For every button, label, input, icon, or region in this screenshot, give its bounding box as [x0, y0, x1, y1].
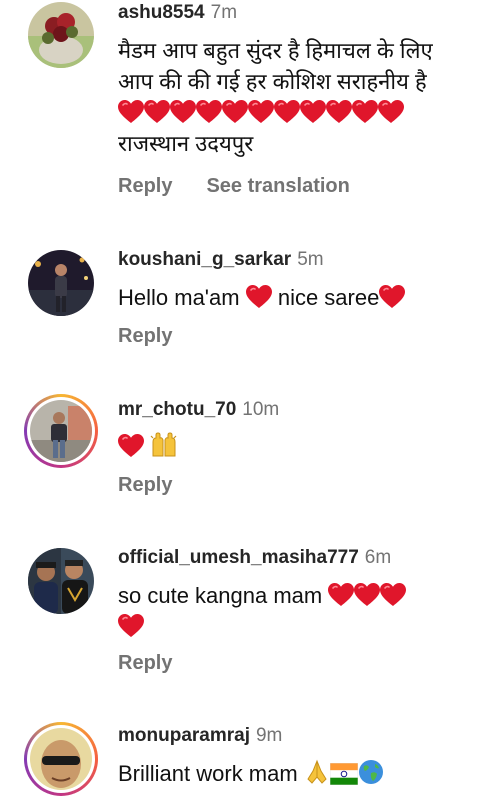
comment-text: Brilliant work mam [118, 758, 468, 789]
heart-icon [300, 100, 326, 124]
raising-hands-icon [150, 432, 177, 457]
username[interactable]: official_umesh_masiha777 [118, 547, 359, 568]
avatar [30, 728, 92, 790]
avatar[interactable] [28, 250, 94, 316]
timestamp: 10m [242, 399, 280, 420]
comment-text-line: आप की की गई हर कोशिश सराहनीय है [118, 69, 427, 94]
heart-icon [248, 100, 274, 124]
reply-button[interactable]: Reply [118, 175, 172, 197]
comment-text-line: so cute kangna mam [118, 580, 468, 611]
comment-actions: Reply [118, 650, 172, 676]
comment-header: ashu8554 7m [118, 1, 237, 25]
comment-text-segment: Hello ma'am [118, 285, 240, 310]
heart-icon [144, 100, 170, 124]
heart-icon [118, 614, 144, 638]
story-ring-avatar[interactable] [24, 394, 98, 468]
comment-text: Hello ma'am nice saree [118, 282, 468, 313]
comment-actions: Reply See translation [118, 173, 350, 199]
heart-icon [274, 100, 300, 124]
avatar [30, 400, 92, 462]
heart-icon [196, 100, 222, 124]
heart-icon [379, 285, 405, 309]
reply-button[interactable]: Reply [118, 652, 172, 674]
hearts-row [118, 97, 468, 128]
reply-button[interactable]: Reply [118, 325, 172, 347]
comment-text: so cute kangna mam [118, 580, 468, 642]
comment-header: monuparamraj 9m [118, 724, 282, 748]
timestamp: 6m [364, 547, 392, 568]
comment-text-line [118, 611, 468, 642]
heart-icon [326, 100, 352, 124]
comment-text [118, 431, 468, 462]
comment-header: mr_chotu_70 10m [118, 398, 279, 422]
username[interactable]: mr_chotu_70 [118, 399, 236, 420]
india-flag-icon [329, 763, 358, 785]
comment-text-line: राजस्थान उदयपुर [118, 131, 254, 156]
comment-actions: Reply [118, 472, 172, 498]
heart-icon [222, 100, 248, 124]
timestamp: 7m [210, 2, 238, 23]
comment-text-segment: Brilliant work mam [118, 761, 298, 786]
comment-header: koushani_g_sarkar 5m [118, 248, 324, 272]
comment-header: official_umesh_masiha777 6m [118, 546, 391, 570]
reply-button[interactable]: Reply [118, 474, 172, 496]
heart-icon [118, 434, 144, 458]
story-ring-avatar[interactable] [24, 722, 98, 796]
avatar[interactable] [28, 548, 94, 614]
comment-text: मैडम आप बहुत सुंदर है हिमाचल के लिए आप क… [118, 35, 468, 159]
comment-text-segment: nice saree [277, 285, 380, 310]
username[interactable]: ashu8554 [118, 2, 205, 23]
heart-icon [352, 100, 378, 124]
folded-hands-icon [307, 759, 327, 784]
username[interactable]: koushani_g_sarkar [118, 249, 291, 270]
comment-text-line: मैडम आप बहुत सुंदर है हिमाचल के लिए [118, 38, 433, 63]
comment-actions: Reply [118, 323, 172, 349]
heart-icon [380, 583, 406, 607]
username[interactable]: monuparamraj [118, 725, 250, 746]
avatar[interactable] [28, 2, 94, 68]
timestamp: 5m [297, 249, 324, 270]
timestamp: 9m [255, 725, 283, 746]
comment-text-segment: so cute kangna mam [118, 583, 323, 608]
heart-icon [170, 100, 196, 124]
heart-icon [378, 100, 404, 124]
heart-icon [354, 583, 380, 607]
heart-icon [118, 100, 144, 124]
see-translation-button[interactable]: See translation [206, 175, 349, 197]
globe-icon [358, 760, 383, 784]
heart-icon [246, 285, 272, 309]
heart-icon [328, 583, 354, 607]
